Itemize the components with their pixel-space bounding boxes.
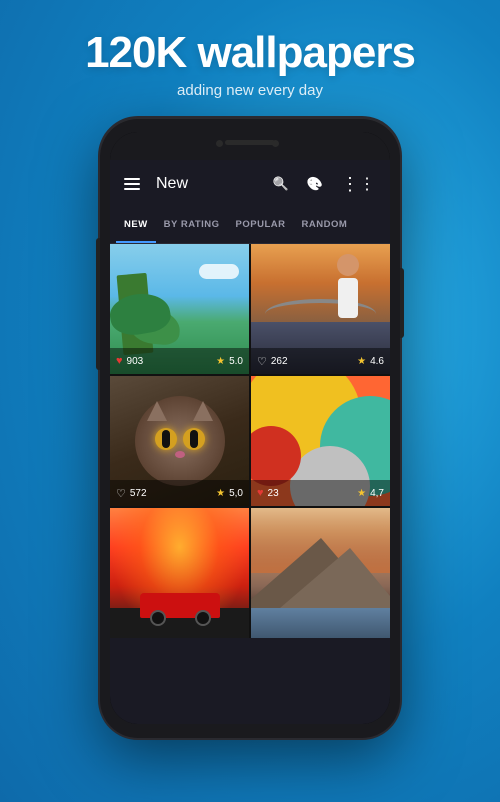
hamburger-line-3 xyxy=(124,188,140,190)
heart-icon-outline-2: ♡ xyxy=(257,355,267,368)
wallpaper-grid: ♥ 903 ★ 5.0 xyxy=(110,244,390,638)
subtitle: adding new every day xyxy=(0,82,500,99)
more-options-icon[interactable]: ⋮ xyxy=(336,170,380,199)
phone-notch xyxy=(110,132,390,160)
cell-stats-2: ♡ 262 ★ 4.6 xyxy=(251,348,390,374)
car-wheel-left xyxy=(150,610,166,626)
palm-decoration xyxy=(129,307,182,346)
hamburger-line-1 xyxy=(124,178,140,180)
like-count-2: 262 xyxy=(271,356,353,367)
palette-icon[interactable] xyxy=(302,172,328,196)
cloud-decoration xyxy=(199,264,239,279)
phone-screen: New ⋮ NEW BY RATING POPULAR RANDOM xyxy=(110,132,390,724)
tab-popular[interactable]: POPULAR xyxy=(228,208,294,243)
heart-icon-outline-3: ♡ xyxy=(116,487,126,500)
search-icon[interactable] xyxy=(268,172,294,196)
rating-4: 4,7 xyxy=(370,488,384,499)
app-topbar: New ⋮ xyxy=(110,160,390,208)
like-count-3: 572 xyxy=(130,488,212,499)
girl-figure xyxy=(320,254,375,344)
star-icon-2: ★ xyxy=(357,356,366,367)
rating-2: 4.6 xyxy=(370,356,384,367)
camera-right xyxy=(272,140,279,147)
cell-stats-1: ♥ 903 ★ 5.0 xyxy=(110,348,249,374)
tab-new[interactable]: NEW xyxy=(116,208,156,243)
camera-left xyxy=(216,140,223,147)
wallpaper-cell-cat[interactable]: ♡ 572 ★ 5,0 xyxy=(110,376,249,506)
app-screen: New ⋮ NEW BY RATING POPULAR RANDOM xyxy=(110,160,390,724)
tab-bar: NEW BY RATING POPULAR RANDOM xyxy=(110,208,390,244)
hamburger-line-2 xyxy=(124,183,140,185)
wallpaper-cell-mountains[interactable] xyxy=(251,508,390,638)
speaker xyxy=(225,140,275,145)
wallpaper-cell-bridge[interactable]: ♡ 262 ★ 4.6 xyxy=(251,244,390,374)
header-section: 120K wallpapers adding new every day xyxy=(0,28,500,99)
mountain-right xyxy=(280,548,390,608)
topbar-title: New xyxy=(156,175,260,193)
cell-stats-4: ♥ 23 ★ 4,7 xyxy=(251,480,390,506)
cat-face-decoration xyxy=(135,396,225,486)
heart-icon-filled-4: ♥ xyxy=(257,487,264,499)
star-icon-1: ★ xyxy=(216,356,225,367)
wallpaper-cell-circles[interactable]: ♥ 23 ★ 4,7 xyxy=(251,376,390,506)
like-count-1: 903 xyxy=(127,356,213,367)
main-title: 120K wallpapers xyxy=(0,28,500,78)
rating-1: 5.0 xyxy=(229,356,243,367)
cell-stats-3: ♡ 572 ★ 5,0 xyxy=(110,480,249,506)
wallpaper-cell-tropical[interactable]: ♥ 903 ★ 5.0 xyxy=(110,244,249,374)
water-reflection xyxy=(251,608,390,638)
phone-mockup: New ⋮ NEW BY RATING POPULAR RANDOM xyxy=(100,118,400,738)
car-wheel-right xyxy=(195,610,211,626)
rating-3: 5,0 xyxy=(229,488,243,499)
tab-by-rating[interactable]: BY RATING xyxy=(156,208,228,243)
star-icon-4: ★ xyxy=(357,488,366,499)
heart-icon-filled: ♥ xyxy=(116,355,123,367)
wallpaper-cell-car[interactable] xyxy=(110,508,249,638)
star-icon-3: ★ xyxy=(216,488,225,499)
hamburger-menu-button[interactable] xyxy=(120,174,144,194)
tab-random[interactable]: RANDOM xyxy=(294,208,356,243)
phone-shell: New ⋮ NEW BY RATING POPULAR RANDOM xyxy=(100,118,400,738)
like-count-4: 23 xyxy=(268,488,354,499)
